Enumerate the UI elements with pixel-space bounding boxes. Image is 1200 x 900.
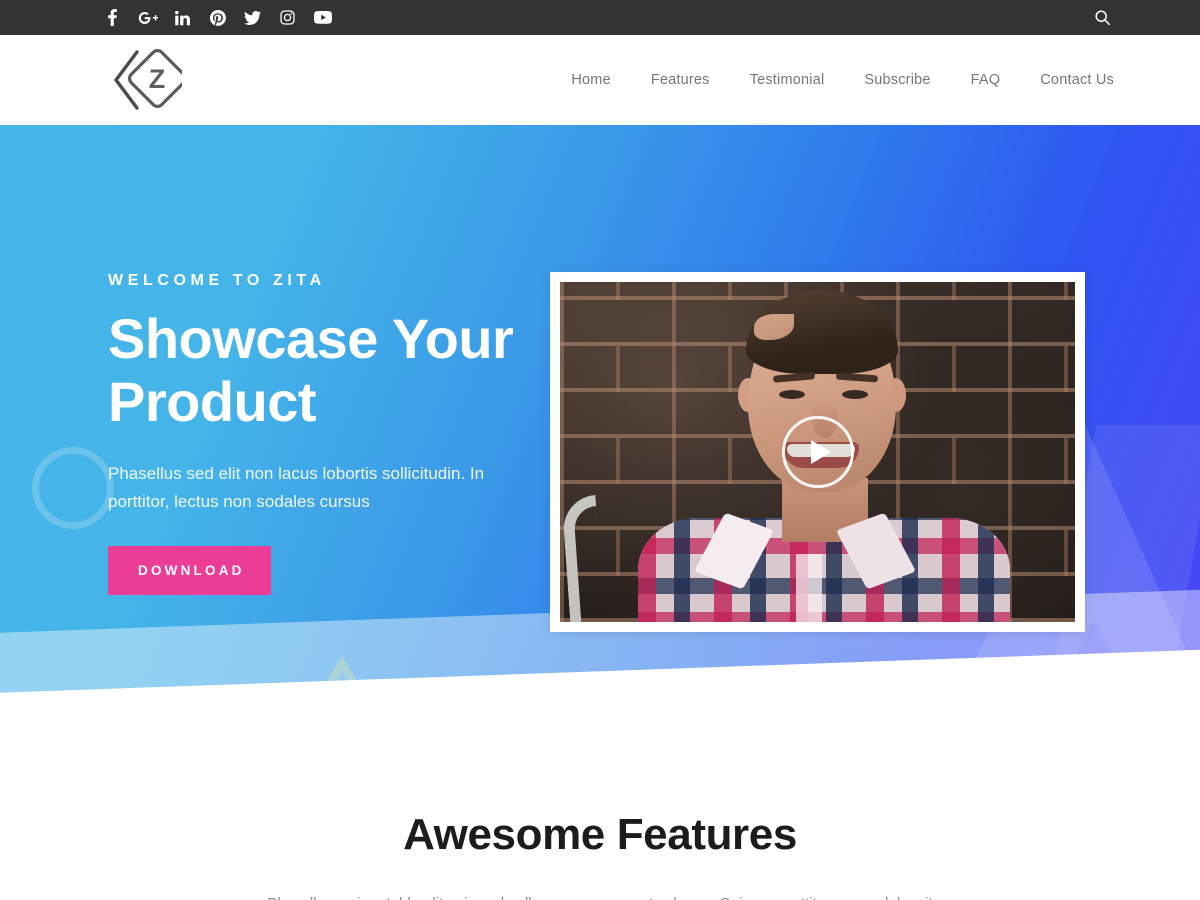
svg-text:Z: Z xyxy=(149,64,166,94)
nav-item-contact-us[interactable]: Contact Us xyxy=(1020,72,1114,88)
play-triangle-glyph xyxy=(810,440,831,464)
decorative-triangle-outline xyxy=(277,656,407,745)
decorative-triangle-outline-inner xyxy=(283,671,401,745)
hero-text-column: WELCOME TO ZITA Showcase Your Product Ph… xyxy=(100,272,525,595)
download-button[interactable]: DOWNLOAD xyxy=(108,546,271,595)
nav-item-subscribe[interactable]: Subscribe xyxy=(844,72,950,88)
nav-item-features[interactable]: Features xyxy=(631,72,730,88)
video-thumbnail[interactable] xyxy=(560,282,1075,622)
hero-title: Showcase Your Product xyxy=(108,307,514,433)
social-links xyxy=(95,0,340,35)
nav-item-faq[interactable]: FAQ xyxy=(951,72,1021,88)
google-plus-icon[interactable] xyxy=(130,0,165,35)
nav-item-home[interactable]: Home xyxy=(551,72,630,88)
play-icon[interactable] xyxy=(781,416,854,488)
features-section: Awesome Features Phasellus orci erat, bl… xyxy=(0,745,1200,900)
primary-navigation: Home Features Testimonial Subscribe FAQ … xyxy=(551,72,1114,88)
features-title: Awesome Features xyxy=(403,810,797,859)
hero-description: Phasellus sed elit non lacus lobortis so… xyxy=(108,464,485,511)
pinterest-icon[interactable] xyxy=(200,0,235,35)
decorative-triangle-small xyxy=(982,620,1200,745)
instagram-icon[interactable] xyxy=(270,0,305,35)
hero-section: WELCOME TO ZITA Showcase Your Product Ph… xyxy=(0,125,1200,745)
zita-logo[interactable]: Z xyxy=(110,48,182,112)
search-icon[interactable] xyxy=(1088,0,1116,35)
shirt-placket xyxy=(796,554,822,622)
linkedin-icon[interactable] xyxy=(165,0,200,35)
main-header: Z Home Features Testimonial Subscribe FA… xyxy=(0,35,1200,125)
youtube-icon[interactable] xyxy=(305,0,340,35)
hero-media-column xyxy=(550,272,1085,632)
features-description: Phasellus orci erat, blandit euismod nul… xyxy=(264,890,936,900)
facebook-icon[interactable] xyxy=(95,0,130,35)
hero-content: WELCOME TO ZITA Showcase Your Product Ph… xyxy=(100,125,1100,632)
hero-diagonal-cut xyxy=(0,647,1200,745)
top-bar xyxy=(0,0,1200,35)
nav-item-testimonial[interactable]: Testimonial xyxy=(730,72,845,88)
hero-eyebrow: WELCOME TO ZITA xyxy=(108,272,326,289)
video-frame[interactable] xyxy=(550,272,1085,632)
twitter-icon[interactable] xyxy=(235,0,270,35)
